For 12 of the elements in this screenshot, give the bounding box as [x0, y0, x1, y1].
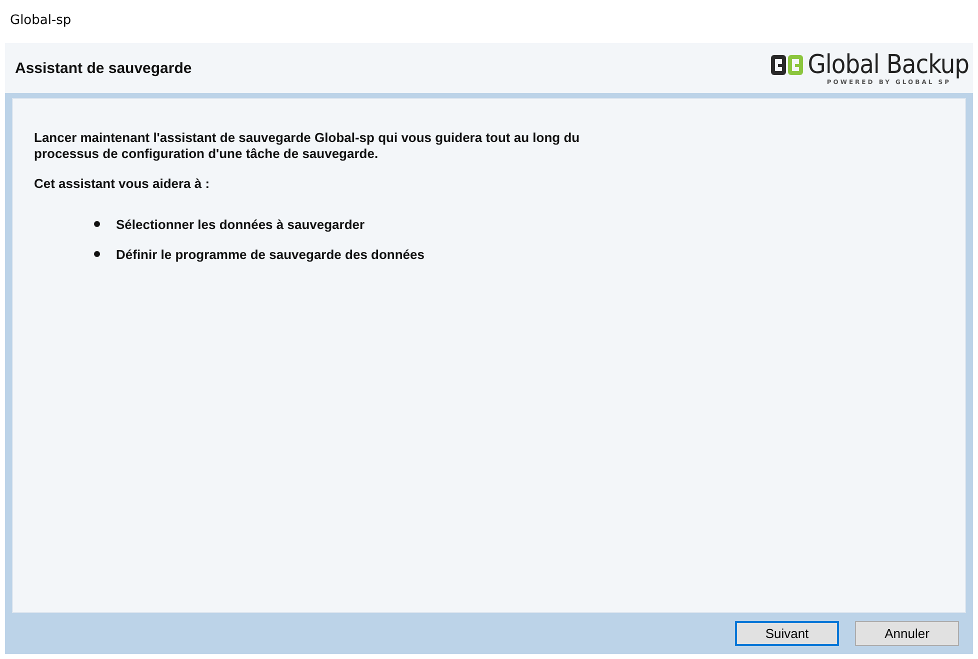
next-button[interactable]: Suivant: [735, 621, 839, 646]
intro-text: Lancer maintenant l'assistant de sauvegarde Global-sp qui vous guidera tout au long du processus de configuration d'une tâche de sauvegarde.: [34, 130, 581, 162]
lead-text: Cet assistant vous aidera à :: [34, 176, 211, 192]
logo-icon: [770, 52, 804, 76]
step-text: Définir le programme de sauvegarde des données: [116, 246, 424, 262]
logo-name: Global Backup: [808, 50, 969, 78]
window-title: Global-sp: [10, 13, 72, 28]
step-text: Sélectionner les données à sauvegarder: [116, 216, 365, 232]
cancel-button[interactable]: Annuler: [855, 621, 959, 646]
dialog-title: Assistant de sauvegarde: [15, 60, 192, 76]
bullet-icon: [94, 251, 100, 257]
bullet-icon: [94, 221, 100, 227]
